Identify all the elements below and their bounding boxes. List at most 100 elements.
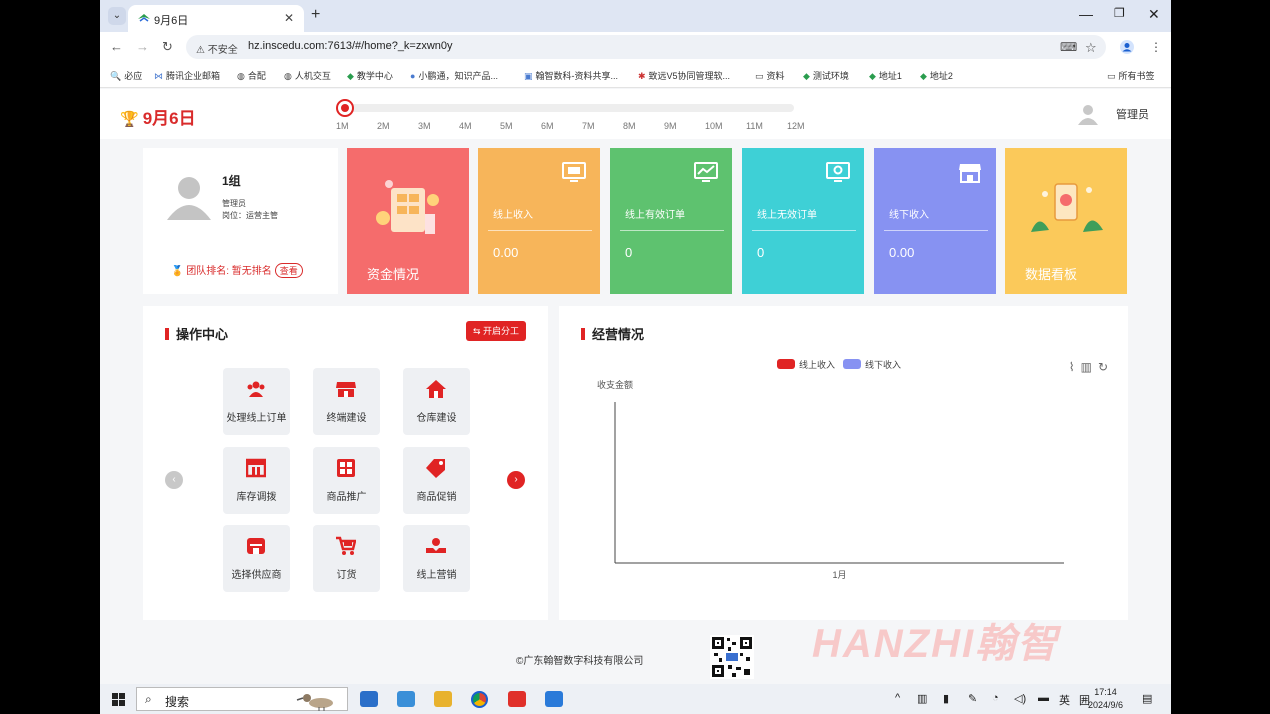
bookmark-item[interactable]: ⋈ 腾讯企业邮箱 xyxy=(154,69,220,82)
card-fund-status[interactable]: 资金情况 xyxy=(347,148,469,294)
user-name[interactable]: 管理员 xyxy=(1116,106,1149,122)
business-chart: 收支金额 1月 xyxy=(597,379,1064,580)
op-select-supplier[interactable]: 选择供应商 xyxy=(223,525,290,592)
bookmark-folder[interactable]: ▭ 资料 xyxy=(755,69,785,82)
card-title: 数据看板 xyxy=(1025,267,1078,282)
close-window-icon[interactable]: ✕ xyxy=(1148,6,1160,23)
timeline-month-label[interactable]: 5M xyxy=(500,121,513,131)
timeline-month-label[interactable]: 12M xyxy=(787,121,805,131)
timeline-track[interactable] xyxy=(346,104,794,112)
all-bookmarks-folder[interactable]: ▭ 所有书签 xyxy=(1107,69,1155,82)
timeline-month-label[interactable]: 9M xyxy=(664,121,677,131)
bookmark-item[interactable]: ◆ 地址2 xyxy=(920,69,953,82)
browser-tab[interactable]: 9月6日 ✕ xyxy=(128,5,304,32)
menu-dots-icon[interactable]: ⋮ xyxy=(1150,40,1162,54)
timeline-month-label[interactable]: 3M xyxy=(418,121,431,131)
timeline-month-label[interactable]: 11M xyxy=(746,121,763,131)
timeline-month-label[interactable]: 2M xyxy=(377,121,390,131)
globe-icon: ◍ xyxy=(237,71,245,81)
reload-icon[interactable]: ↻ xyxy=(162,39,173,55)
trophy-icon: 🏆 xyxy=(120,111,139,128)
forward-icon[interactable]: → xyxy=(136,39,149,54)
bookmark-item[interactable]: ◆ 地址1 xyxy=(869,69,902,82)
timeline-month-label[interactable]: 6M xyxy=(541,121,554,131)
app-icon[interactable] xyxy=(545,691,563,707)
windows-start-icon[interactable] xyxy=(112,693,125,706)
op-product-sales-promotion[interactable]: 商品促销 xyxy=(403,447,470,514)
tray-expand-icon[interactable]: ^ xyxy=(895,692,900,704)
bookmark-item[interactable]: ● 小鹏通，知识产品... xyxy=(410,69,498,82)
card-data-dashboard[interactable]: 数据看板 xyxy=(1005,148,1127,294)
card-value: 0 xyxy=(625,245,633,260)
tray-usb-icon[interactable]: ▮ xyxy=(943,692,949,705)
next-arrow-icon[interactable]: › xyxy=(507,471,525,489)
timeline-month-label[interactable]: 10M xyxy=(705,121,723,131)
copyright: ©广东翰智数字科技有限公司 xyxy=(516,656,644,667)
wifi-icon[interactable]: ◔ xyxy=(992,692,999,704)
bookmark-item[interactable]: ▣ 翰智数科-资料共享... xyxy=(524,69,618,82)
post-text: 岗位：运营主管 xyxy=(222,211,278,220)
timeline-current-marker[interactable] xyxy=(336,99,354,117)
bookmark-item[interactable]: 🔍 必应 xyxy=(110,69,142,82)
app-icon[interactable] xyxy=(397,691,415,707)
op-order-goods[interactable]: 订货 xyxy=(313,525,380,592)
card-online-invalid-orders[interactable]: 线上无效订单 0 xyxy=(742,148,864,294)
timeline-month-label[interactable]: 4M xyxy=(459,121,472,131)
role-text: 管理员 xyxy=(222,199,246,208)
users-icon xyxy=(247,381,265,397)
new-tab-button[interactable]: + xyxy=(311,6,320,24)
profile-avatar xyxy=(167,177,211,220)
monitor-search-icon xyxy=(826,162,850,182)
globe-icon: ◍ xyxy=(284,71,292,81)
month-timeline[interactable]: 1M 2M 3M 4M 5M 6M 7M 8M 9M 10M 11M 12M xyxy=(336,99,805,135)
view-rank-button[interactable]: 查看 xyxy=(274,263,303,278)
timeline-month-label[interactable]: 1M xyxy=(336,121,349,131)
op-online-marketing[interactable]: 线上营销 xyxy=(403,525,470,592)
op-warehouse-construction[interactable]: 仓库建设 xyxy=(403,368,470,435)
timeline-month-label[interactable]: 8M xyxy=(623,121,636,131)
address-bar[interactable]: ⚠ 不安全 hz.inscedu.com:7613/#/home?_k=zxwn… xyxy=(186,35,1106,59)
restore-icon[interactable]: ❐ xyxy=(1114,6,1125,20)
op-product-promotion[interactable]: 商品推广 xyxy=(313,447,380,514)
storefront-icon xyxy=(247,538,265,554)
bookmark-item[interactable]: ◍ 合配 xyxy=(237,69,266,82)
volume-icon[interactable]: ◁) xyxy=(1014,692,1026,705)
chrome-icon[interactable] xyxy=(471,691,488,708)
op-process-online-orders[interactable]: 处理线上订单 xyxy=(223,368,290,435)
enable-division-button[interactable]: ⇆ 开启分工 xyxy=(466,321,526,341)
op-terminal-construction[interactable]: 终端建设 xyxy=(313,368,380,435)
prev-arrow-icon[interactable]: ‹ xyxy=(165,471,183,489)
back-icon[interactable]: ← xyxy=(110,39,123,54)
bookmark-item[interactable]: ◆ 教学中心 xyxy=(347,69,393,82)
notification-icon[interactable]: ▤ xyxy=(1142,692,1152,705)
op-inventory-transfer[interactable]: 库存调拨 xyxy=(223,447,290,514)
tray-app-icon[interactable]: ▥ xyxy=(917,692,927,705)
bookmark-item[interactable]: ◆ 测试环境 xyxy=(803,69,849,82)
card-offline-income[interactable]: 线下收入 0.00 xyxy=(874,148,996,294)
close-tab-icon[interactable]: ✕ xyxy=(284,11,294,25)
translate-icon[interactable]: ⌨ xyxy=(1060,40,1077,54)
ime-indicator[interactable]: 英 xyxy=(1059,692,1070,708)
tab-search-button[interactable]: ⌄ xyxy=(108,7,126,25)
mail-app-icon[interactable] xyxy=(360,691,378,707)
tray-pen-icon[interactable]: ✎ xyxy=(968,692,977,705)
profile-icon[interactable] xyxy=(1120,40,1134,57)
card-online-income[interactable]: 线上收入 0.00 xyxy=(478,148,600,294)
timeline-month-label[interactable]: 7M xyxy=(582,121,595,131)
bookmark-star-icon[interactable]: ☆ xyxy=(1085,40,1097,56)
bookmark-item[interactable]: ◍ 人机交互 xyxy=(284,69,331,82)
bookmark-item[interactable]: ✱ 致远V5协同管理软... xyxy=(638,69,730,82)
card-value: 0 xyxy=(757,245,765,260)
battery-icon[interactable]: ▬ xyxy=(1038,692,1049,704)
search-icon: 🔍 xyxy=(110,71,122,81)
business-panel: 经营情况 线上收入 线下收入 ⌇▥↻ 收支金额 1月 xyxy=(559,306,1128,620)
file-explorer-icon[interactable] xyxy=(434,691,452,707)
minimize-icon[interactable]: — xyxy=(1079,6,1093,22)
taskbar-clock[interactable]: 17:14 2024/9/6 xyxy=(1088,686,1123,712)
wps-icon[interactable] xyxy=(508,691,526,707)
card-online-valid-orders[interactable]: 线上有效订单 0 xyxy=(610,148,732,294)
taskbar-search[interactable]: ⌕ 搜索 xyxy=(136,687,348,711)
security-warning[interactable]: ⚠ 不安全 xyxy=(196,41,238,56)
house-icon xyxy=(426,380,446,398)
user-avatar[interactable] xyxy=(1077,103,1099,125)
